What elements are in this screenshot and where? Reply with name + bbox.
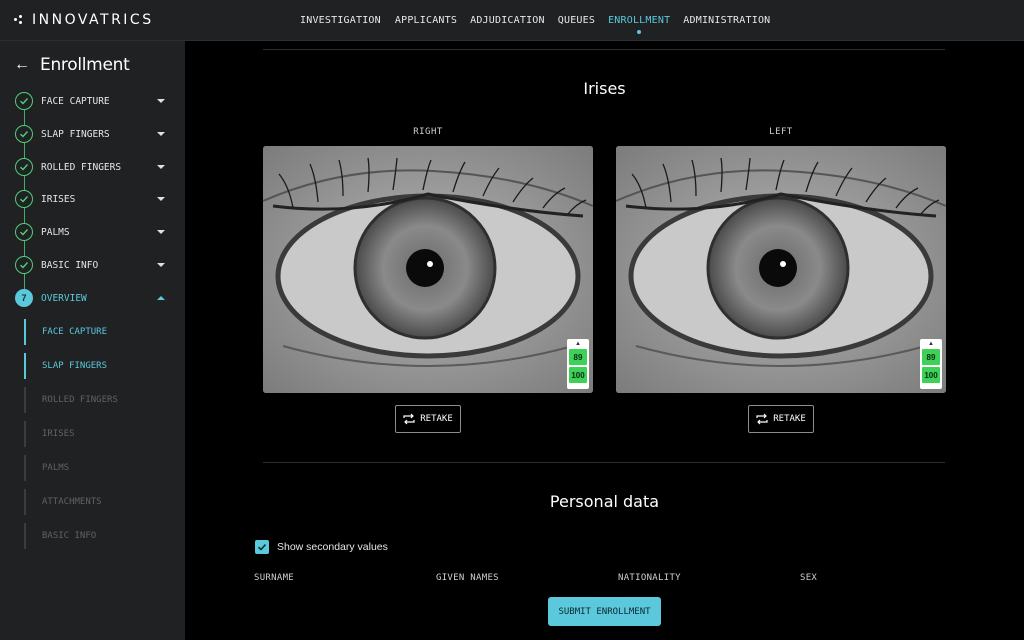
check-icon [15, 125, 33, 143]
check-icon [15, 223, 33, 241]
quality-score: 100 [569, 367, 587, 383]
step-face-capture[interactable]: FACE CAPTURE [15, 91, 165, 111]
retake-left-button[interactable]: RETAKE [748, 405, 814, 433]
quality-indicator: ▲ 89 100 [920, 339, 942, 389]
irises-title: Irises [583, 79, 626, 98]
check-icon [257, 543, 267, 551]
column-given-names: GIVEN NAMES [436, 573, 499, 583]
chevron-down-icon[interactable] [157, 197, 165, 201]
nav-adjudication[interactable]: ADJUDICATION [470, 15, 545, 26]
overview-item-rolled-fingers[interactable]: ROLLED FINGERS [24, 387, 174, 413]
step-irises[interactable]: IRISES [15, 189, 165, 209]
sub-indicator [24, 353, 26, 379]
step-slap-fingers[interactable]: SLAP FINGERS [15, 124, 165, 144]
arrow-left-icon: ← [14, 56, 30, 73]
logo-icon [14, 14, 26, 26]
quality-icon: ▲ [575, 341, 581, 347]
step-label: ROLLED FINGERS [41, 161, 122, 173]
sub-label: ROLLED FINGERS [42, 395, 118, 405]
back-link[interactable]: ← Enrollment [14, 55, 130, 75]
step-label: SLAP FINGERS [41, 128, 110, 140]
nav-queues[interactable]: QUEUES [558, 15, 595, 26]
step-label: BASIC INFO [41, 259, 99, 271]
step-palms[interactable]: PALMS [15, 222, 165, 242]
sub-label: BASIC INFO [42, 531, 97, 541]
main-nav: INVESTIGATION APPLICANTS ADJUDICATION QU… [300, 15, 784, 34]
left-iris-image[interactable]: ▲ 89 100 [616, 146, 946, 393]
right-eye-label: RIGHT [413, 127, 443, 137]
sub-indicator [24, 523, 26, 549]
sub-indicator [24, 489, 26, 515]
check-icon [15, 256, 33, 274]
nav-enrollment[interactable]: ENROLLMENT [608, 15, 670, 34]
sub-indicator [24, 387, 26, 413]
check-icon [15, 158, 33, 176]
sidebar-title: Enrollment [40, 55, 130, 75]
overview-item-irises[interactable]: IRISES [24, 421, 174, 447]
personal-data-title: Personal data [549, 492, 660, 511]
left-eye-label: LEFT [769, 127, 793, 137]
top-navigation-bar: INNOVATRICS INVESTIGATION APPLICANTS ADJ… [0, 0, 1024, 41]
sidebar: ← Enrollment FACE CAPTURE SLAP FINGERS R… [0, 41, 185, 640]
overview-item-palms[interactable]: PALMS [24, 455, 174, 481]
retake-label: RETAKE [420, 414, 453, 424]
nav-investigation[interactable]: INVESTIGATION [300, 15, 381, 26]
retake-icon [756, 413, 768, 425]
overview-item-face-capture[interactable]: FACE CAPTURE [24, 319, 174, 345]
right-iris-image[interactable]: ▲ 89 100 [263, 146, 593, 393]
overview-item-attachments[interactable]: ATTACHMENTS [24, 489, 174, 515]
quality-score: 100 [922, 367, 940, 383]
retake-icon [403, 413, 415, 425]
overview-item-basic-info[interactable]: BASIC INFO [24, 523, 174, 549]
retake-label: RETAKE [773, 414, 806, 424]
check-icon [15, 190, 33, 208]
sub-label: ATTACHMENTS [42, 497, 102, 507]
column-nationality: NATIONALITY [618, 573, 681, 583]
sub-indicator [24, 421, 26, 447]
step-overview[interactable]: 7 OVERVIEW [15, 288, 165, 308]
step-number-badge: 7 [15, 289, 33, 307]
overview-item-slap-fingers[interactable]: SLAP FINGERS [24, 353, 174, 379]
chevron-down-icon[interactable] [157, 230, 165, 234]
retake-right-button[interactable]: RETAKE [395, 405, 461, 433]
check-icon [15, 92, 33, 110]
logo-text: INNOVATRICS [32, 12, 154, 28]
quality-score: 89 [569, 349, 587, 365]
eye-image [263, 146, 593, 393]
chevron-down-icon[interactable] [157, 263, 165, 267]
step-label: FACE CAPTURE [41, 95, 110, 107]
sub-label: FACE CAPTURE [42, 327, 108, 337]
step-label: OVERVIEW [41, 292, 87, 304]
submit-enrollment-button[interactable]: SUBMIT ENROLLMENT [548, 597, 661, 626]
show-secondary-checkbox[interactable] [255, 540, 269, 554]
step-basic-info[interactable]: BASIC INFO [15, 255, 165, 275]
chevron-down-icon[interactable] [157, 165, 165, 169]
step-rolled-fingers[interactable]: ROLLED FINGERS [15, 157, 165, 177]
show-secondary-label[interactable]: Show secondary values [277, 541, 388, 553]
quality-icon: ▲ [928, 341, 934, 347]
column-sex: SEX [800, 573, 818, 583]
step-label: PALMS [41, 226, 70, 238]
logo[interactable]: INNOVATRICS [14, 12, 154, 28]
eye-image [616, 146, 946, 393]
sub-indicator [24, 455, 26, 481]
quality-score: 89 [922, 349, 940, 365]
chevron-down-icon[interactable] [157, 132, 165, 136]
quality-indicator: ▲ 89 100 [567, 339, 589, 389]
nav-administration[interactable]: ADMINISTRATION [683, 15, 770, 26]
divider [263, 462, 945, 463]
sub-label: SLAP FINGERS [42, 361, 108, 371]
sub-indicator [24, 319, 26, 345]
nav-applicants[interactable]: APPLICANTS [395, 15, 457, 26]
sub-label: IRISES [42, 429, 75, 439]
sub-label: PALMS [42, 463, 70, 473]
main-content: Irises RIGHT LEFT ▲ 89 100 ▲ 89 100 RETA… [185, 41, 1024, 640]
chevron-down-icon[interactable] [157, 99, 165, 103]
step-label: IRISES [41, 193, 76, 205]
divider [263, 49, 945, 50]
column-surname: SURNAME [254, 573, 295, 583]
chevron-up-icon[interactable] [157, 296, 165, 300]
